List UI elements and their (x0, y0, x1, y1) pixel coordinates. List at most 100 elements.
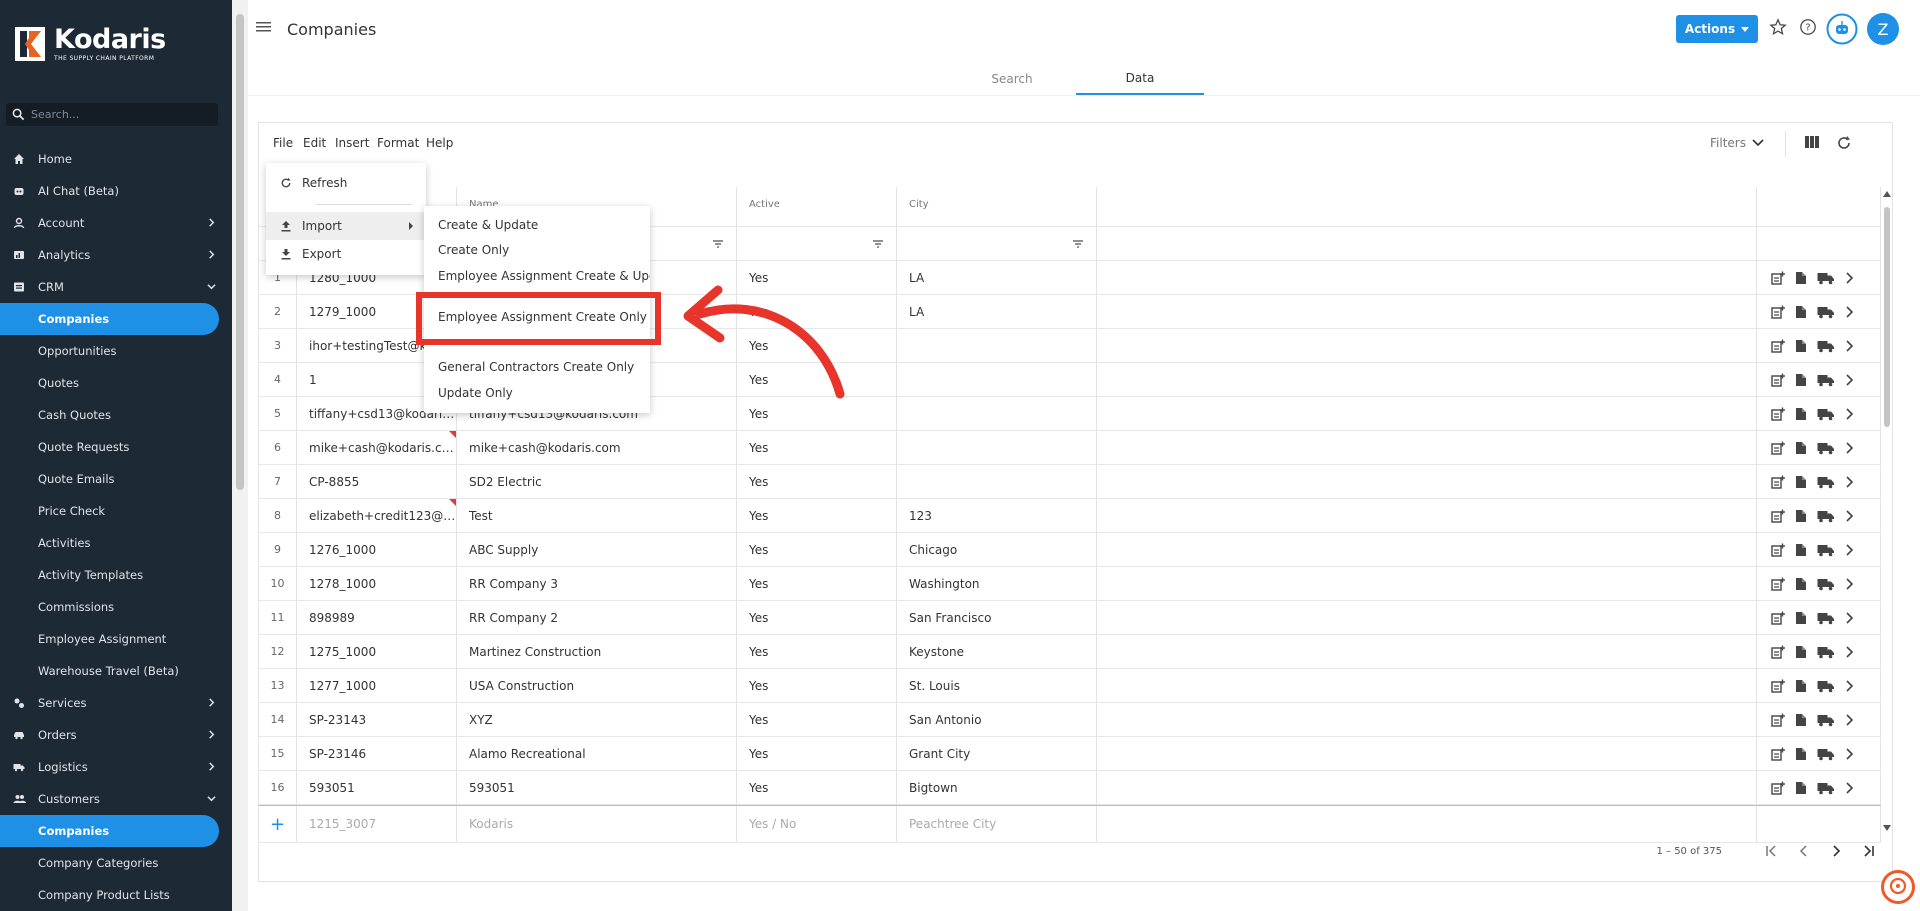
cell-active[interactable]: Yes (737, 771, 897, 804)
import-create-only[interactable]: Create Only (438, 243, 509, 257)
delivery-truck-icon[interactable] (1817, 611, 1835, 625)
header-active[interactable]: Active (737, 187, 897, 226)
chevron-right-icon[interactable] (1845, 475, 1853, 488)
cell-city[interactable] (897, 363, 1097, 396)
cell-city[interactable]: Grant City (897, 737, 1097, 770)
delivery-truck-icon[interactable] (1817, 713, 1835, 727)
cell-city[interactable] (897, 329, 1097, 362)
add-note-icon[interactable] (1771, 441, 1785, 455)
filter-icon[interactable] (712, 239, 736, 249)
sidebar-item-home[interactable]: Home (0, 143, 232, 175)
sidebar-item-company-categories[interactable]: Company Categories (0, 847, 232, 879)
menu-edit[interactable]: Edit (303, 136, 326, 150)
sidebar-item-price-check[interactable]: Price Check (0, 495, 232, 527)
cell-code[interactable]: mike+cash@kodaris.com (297, 431, 457, 464)
add-note-icon[interactable] (1771, 747, 1785, 761)
cell-city[interactable]: Bigtown (897, 771, 1097, 804)
chevron-right-icon[interactable] (1845, 407, 1853, 420)
cell-city[interactable] (897, 465, 1097, 498)
cell-name[interactable]: Test (457, 499, 737, 532)
menu-file[interactable]: File (273, 136, 293, 150)
document-icon[interactable] (1795, 781, 1807, 795)
prev-page-icon[interactable] (1788, 845, 1820, 857)
chat-widget-button[interactable] (1881, 870, 1915, 904)
document-icon[interactable] (1795, 645, 1807, 659)
cell-city[interactable] (897, 431, 1097, 464)
delivery-truck-icon[interactable] (1817, 441, 1835, 455)
sidebar-item-commissions[interactable]: Commissions (0, 591, 232, 623)
document-icon[interactable] (1795, 475, 1807, 489)
menu-insert[interactable]: Insert (335, 136, 369, 150)
menu-format[interactable]: Format (377, 136, 419, 150)
sidebar-item-crm[interactable]: CRM (0, 271, 232, 303)
delivery-truck-icon[interactable] (1817, 373, 1835, 387)
delivery-truck-icon[interactable] (1817, 679, 1835, 693)
tab-search[interactable]: Search (948, 62, 1076, 95)
chevron-right-icon[interactable] (1845, 611, 1853, 624)
add-note-icon[interactable] (1771, 373, 1785, 387)
cell-name[interactable]: Martinez Construction (457, 635, 737, 668)
sidebar-item-opportunities[interactable]: Opportunities (0, 335, 232, 367)
delivery-truck-icon[interactable] (1817, 407, 1835, 421)
sidebar-item-account[interactable]: Account (0, 207, 232, 239)
cell-active[interactable]: Yes (737, 431, 897, 464)
cell-city[interactable]: St. Louis (897, 669, 1097, 702)
sidebar-item-orders[interactable]: Orders (0, 719, 232, 751)
add-note-icon[interactable] (1771, 339, 1785, 353)
document-icon[interactable] (1795, 305, 1807, 319)
cell-active[interactable]: Yes (737, 669, 897, 702)
chevron-right-icon[interactable] (1845, 271, 1853, 284)
add-row-icon[interactable]: + (259, 806, 297, 842)
add-note-icon[interactable] (1771, 577, 1785, 591)
cell-code[interactable]: elizabeth+credit123@kodaris.com (297, 499, 457, 532)
cell-name[interactable]: XYZ (457, 703, 737, 736)
new-row-active[interactable]: Yes / No (737, 806, 897, 842)
add-note-icon[interactable] (1771, 679, 1785, 693)
sidebar-item-cash-quotes[interactable]: Cash Quotes (0, 399, 232, 431)
add-note-icon[interactable] (1771, 407, 1785, 421)
cell-city[interactable]: 123 (897, 499, 1097, 532)
chevron-right-icon[interactable] (1845, 577, 1853, 590)
add-note-icon[interactable] (1771, 475, 1785, 489)
document-icon[interactable] (1795, 339, 1807, 353)
user-avatar[interactable]: Z (1867, 13, 1899, 45)
sidebar-item-activities[interactable]: Activities (0, 527, 232, 559)
delivery-truck-icon[interactable] (1817, 339, 1835, 353)
scroll-down-icon[interactable] (1881, 823, 1893, 833)
file-menu-export[interactable]: Export (266, 240, 426, 268)
chevron-right-icon[interactable] (1845, 679, 1853, 692)
cell-active[interactable]: Yes (737, 635, 897, 668)
chevron-right-icon[interactable] (1845, 373, 1853, 386)
add-note-icon[interactable] (1771, 645, 1785, 659)
import-update-only[interactable]: Update Only (438, 386, 513, 400)
cell-active[interactable]: Yes (737, 601, 897, 634)
add-note-icon[interactable] (1771, 509, 1785, 523)
add-note-icon[interactable] (1771, 271, 1785, 285)
file-menu-refresh[interactable]: Refresh (266, 169, 426, 197)
actions-button[interactable]: Actions (1676, 15, 1758, 43)
cell-city[interactable]: LA (897, 295, 1097, 328)
last-page-icon[interactable] (1852, 845, 1884, 857)
document-icon[interactable] (1795, 271, 1807, 285)
sidebar-item-quotes[interactable]: Quotes (0, 367, 232, 399)
cell-code[interactable]: 593051 (297, 771, 457, 804)
chevron-right-icon[interactable] (1845, 781, 1853, 794)
delivery-truck-icon[interactable] (1817, 475, 1835, 489)
table-scrollbar[interactable] (1881, 187, 1893, 835)
cell-active[interactable]: Yes (737, 567, 897, 600)
file-menu-import[interactable]: Import (266, 212, 426, 240)
cell-name[interactable]: RR Company 3 (457, 567, 737, 600)
cell-code[interactable]: SP-23146 (297, 737, 457, 770)
chevron-right-icon[interactable] (1845, 543, 1853, 556)
cell-code[interactable]: SP-23143 (297, 703, 457, 736)
cell-city[interactable]: San Francisco (897, 601, 1097, 634)
help-icon[interactable]: ? (1799, 18, 1817, 36)
delivery-truck-icon[interactable] (1817, 577, 1835, 591)
chevron-right-icon[interactable] (1845, 509, 1853, 522)
sidebar-item-employee-assignment[interactable]: Employee Assignment (0, 623, 232, 655)
document-icon[interactable] (1795, 577, 1807, 591)
cell-city[interactable]: LA (897, 261, 1097, 294)
sidebar-item-warehouse-travel-beta[interactable]: Warehouse Travel (Beta) (0, 655, 232, 687)
document-icon[interactable] (1795, 747, 1807, 761)
cell-code[interactable]: 1277_1000 (297, 669, 457, 702)
